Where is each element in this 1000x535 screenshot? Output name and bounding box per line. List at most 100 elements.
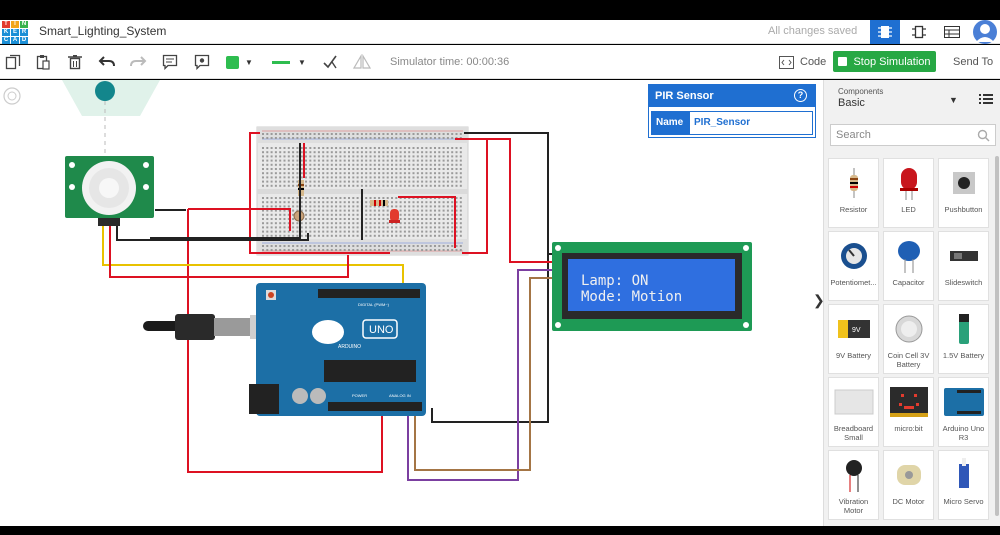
component-card-capacitor[interactable]: Capacitor	[883, 231, 934, 301]
component-card-battery-15v[interactable]: 1.5V Battery	[938, 304, 989, 374]
logo-letter: K	[2, 29, 10, 36]
arduino-uno[interactable]: ARDUINO UNO DIGITAL (PWM~) POWER ANALOG …	[249, 283, 426, 416]
tinkercad-app: T I N K E R C A D Smart_Lighting_System …	[0, 0, 1000, 535]
user-avatar[interactable]	[969, 20, 1000, 44]
board-brand: ARDUINO	[338, 344, 361, 350]
logo-letter: D	[20, 37, 28, 44]
resistor-icon	[829, 165, 878, 201]
slideswitch-icon	[939, 238, 988, 274]
component-card-micro-servo[interactable]: Micro Servo	[938, 450, 989, 520]
chevron-down-icon: ▼	[298, 57, 306, 67]
tinkercad-logo[interactable]: T I N K E R C A D	[0, 20, 28, 44]
circuit-drawing: ARDUINO UNO DIGITAL (PWM~) POWER ANALOG …	[3, 80, 752, 481]
wire-style-icon	[272, 60, 290, 64]
search-input[interactable]: Search	[830, 124, 996, 146]
component-card-pushbutton[interactable]: Pushbutton	[938, 158, 989, 228]
chevron-down-icon[interactable]: ▼	[949, 95, 958, 105]
search-icon	[977, 129, 990, 142]
scroll-thumb[interactable]	[995, 156, 999, 516]
component-card-arduino[interactable]: Arduino Uno R3	[938, 377, 989, 447]
component-card-dc-motor[interactable]: DC Motor	[883, 450, 934, 520]
components-label: Components	[838, 87, 884, 96]
note-icon	[162, 54, 178, 70]
component-label: micro:bit	[894, 424, 923, 433]
name-label: Name	[652, 112, 690, 134]
usb-cable	[143, 314, 262, 340]
notes-button[interactable]	[160, 52, 180, 72]
redo-icon	[130, 56, 147, 67]
wire-color-picker[interactable]: ▼	[226, 52, 260, 72]
microbit-icon	[884, 384, 933, 420]
component-card-slideswitch[interactable]: Slideswitch	[938, 231, 989, 301]
component-label: 9V Battery	[835, 351, 872, 360]
color-swatch	[226, 55, 239, 69]
component-grid: Resistor LED Pushbutton Potentiomet... Capac…	[828, 158, 992, 526]
mirror-button[interactable]	[352, 52, 372, 72]
component-card-potentiometer[interactable]: Potentiomet...	[828, 231, 879, 301]
logo-letter: N	[20, 21, 28, 28]
project-title[interactable]: Smart_Lighting_System	[39, 24, 166, 38]
stop-simulation-button[interactable]: Stop Simulation	[833, 51, 936, 72]
battery-9v-icon: 9V	[829, 311, 878, 347]
send-to-button[interactable]: Send To	[953, 56, 993, 68]
component-label: DC Motor	[892, 497, 925, 506]
trash-icon	[68, 55, 82, 70]
delete-button[interactable]	[65, 52, 85, 72]
pir-target-marker[interactable]	[95, 81, 115, 101]
search-placeholder: Search	[836, 129, 871, 141]
component-card-led[interactable]: LED	[883, 158, 934, 228]
lcd-16x2[interactable]: Lamp: ON Mode: Motion	[552, 242, 752, 331]
logo-letter: C	[2, 37, 10, 44]
pir-sensor[interactable]	[65, 156, 154, 226]
component-card-vibration-motor[interactable]: Vibration Motor	[828, 450, 879, 520]
undo-button[interactable]	[97, 52, 117, 72]
redo-button[interactable]	[128, 52, 148, 72]
mirror-icon	[353, 54, 371, 69]
led-red[interactable]	[389, 209, 400, 223]
paste-button[interactable]	[33, 52, 53, 72]
component-label: Resistor	[839, 205, 868, 214]
schematic-icon	[912, 25, 926, 39]
undo-icon	[98, 56, 115, 67]
battery-15v-icon	[939, 311, 988, 347]
help-icon[interactable]: ?	[794, 89, 807, 102]
component-label: Breadboard Small	[833, 424, 874, 442]
resistor-led[interactable]	[370, 200, 388, 206]
component-label: Slideswitch	[944, 278, 983, 287]
logo-letter: A	[11, 37, 19, 44]
circuit-canvas[interactable]: ARDUINO UNO DIGITAL (PWM~) POWER ANALOG …	[0, 80, 823, 526]
component-card-resistor[interactable]: Resistor	[828, 158, 879, 228]
stop-icon	[838, 57, 848, 66]
code-button[interactable]: Code	[779, 53, 826, 71]
vibration-motor-icon	[829, 457, 878, 493]
flip-button[interactable]	[320, 52, 340, 72]
breadboard-icon	[829, 384, 878, 420]
potentiometer-icon	[829, 238, 878, 274]
code-label: Code	[800, 56, 827, 68]
panel-scrollbar[interactable]	[994, 156, 1000, 526]
simulator-time: Simulator time: 00:00:36	[390, 56, 510, 68]
component-card-battery-9v[interactable]: 9V 9V Battery	[828, 304, 879, 374]
properties-panel: PIR Sensor ? Name PIR_Sensor	[648, 84, 816, 138]
board-label: UNO	[369, 324, 394, 336]
name-field[interactable]: PIR_Sensor	[690, 112, 754, 134]
svg-text:9V: 9V	[852, 327, 861, 334]
lcd-line-1: Lamp: ON	[581, 273, 648, 289]
component-list-button[interactable]	[937, 20, 967, 44]
top-black-bar	[0, 0, 1000, 20]
notes-visibility-button[interactable]	[192, 52, 212, 72]
component-card-coin-cell[interactable]: Coin Cell 3V Battery	[883, 304, 934, 374]
component-card-breadboard[interactable]: Breadboard Small	[828, 377, 879, 447]
bottom-black-bar	[0, 526, 1000, 535]
wire-type-picker[interactable]: ▼	[272, 52, 310, 72]
analog-label: ANALOG IN	[389, 393, 411, 398]
eye-note-icon	[194, 54, 210, 70]
circuit-view-button[interactable]	[870, 20, 900, 44]
components-select[interactable]: Basic	[838, 97, 865, 109]
component-label: Micro Servo	[943, 497, 984, 506]
schematic-view-button[interactable]	[904, 20, 934, 44]
list-view-icon[interactable]	[979, 92, 993, 106]
zoom-to-fit-icon[interactable]	[3, 87, 21, 105]
component-card-microbit[interactable]: micro:bit	[883, 377, 934, 447]
copy-button[interactable]	[3, 52, 23, 72]
